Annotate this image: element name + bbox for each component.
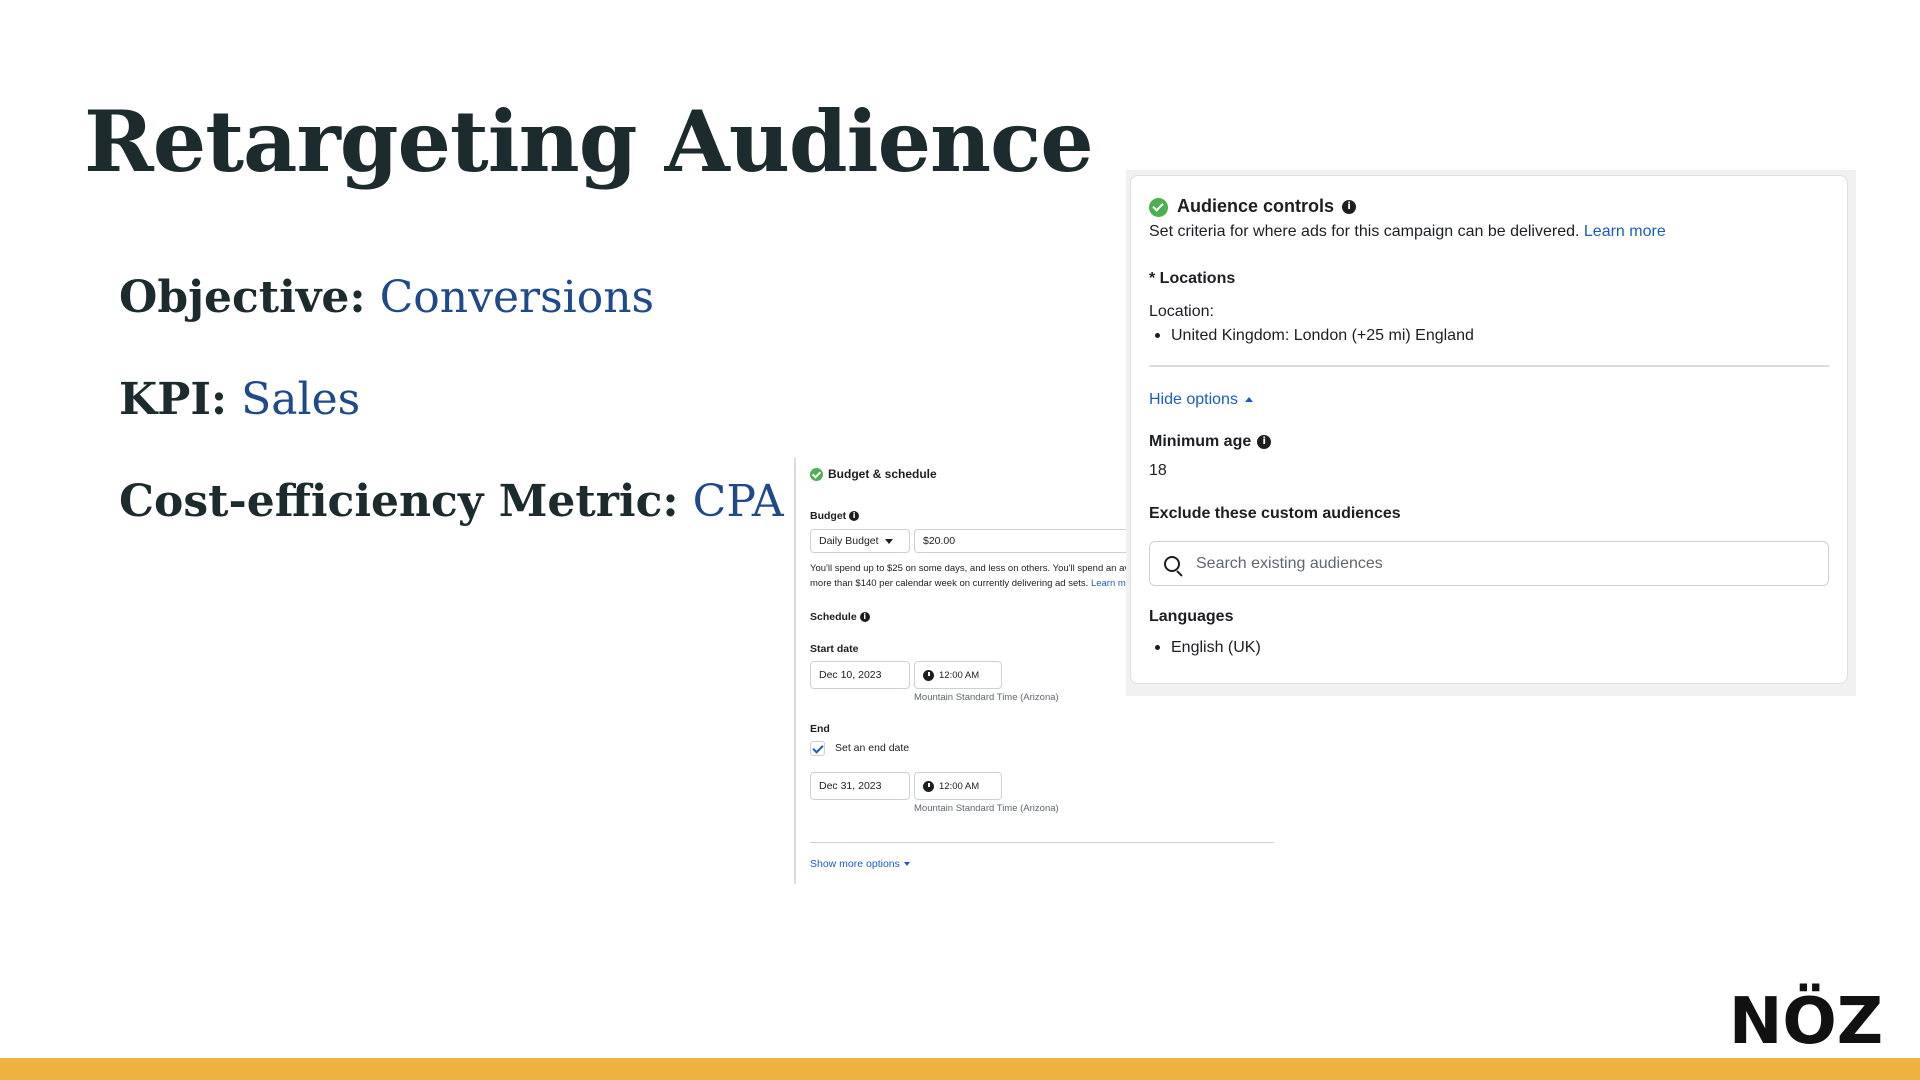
bullet (1155, 333, 1160, 339)
search-audiences-input[interactable]: Search existing audiences (1149, 541, 1829, 586)
audience-subtitle: Set criteria for where ads for this camp… (1149, 223, 1666, 240)
minimum-age-label: Minimum age i (1149, 433, 1272, 451)
metric-label: Objective: (119, 272, 366, 323)
end-label: End (810, 723, 830, 735)
audience-controls-title: Audience controls i (1177, 196, 1357, 217)
minimum-age-value: 18 (1149, 462, 1167, 479)
budget-note: You'll spend up to $25 on some days, and… (810, 561, 1131, 591)
location-label: Location: (1149, 303, 1214, 320)
budget-note-line: more than $140 per calendar week on curr… (810, 578, 1089, 589)
budget-type-select[interactable]: Daily Budget (810, 529, 910, 553)
info-icon: i (849, 511, 860, 522)
language-item: English (UK) (1149, 639, 1261, 657)
learn-more-link[interactable]: Learn more (1584, 223, 1666, 240)
timezone-label: Mountain Standard Time (Arizona) (914, 692, 1059, 703)
end-time-value: 12:00 AM (939, 780, 980, 792)
divider (1149, 365, 1829, 367)
metric-cost-efficiency: Cost-efficiency Metric: CPA (119, 476, 784, 578)
clock-icon (923, 780, 934, 792)
metric-objective: Objective: Conversions (119, 272, 784, 374)
slide-title: Retargeting Audience (84, 92, 1094, 191)
search-icon (1164, 555, 1180, 572)
budget-note-line: You'll spend up to $25 on some days, and… (810, 563, 1130, 574)
locations-label: * Locations (1149, 270, 1236, 287)
check-circle-icon (1149, 198, 1168, 217)
start-time-input[interactable]: 12:00 AM (914, 661, 1002, 689)
metric-value: Conversions (379, 272, 655, 323)
budget-amount-value: $20.00 (923, 535, 956, 547)
bullet (1155, 645, 1160, 651)
audience-controls-panel: Audience controls i Set criteria for wher… (1130, 175, 1848, 684)
clock-icon (923, 669, 934, 681)
divider (810, 842, 1274, 843)
budget-label: Budget i (810, 510, 860, 522)
metric-value: CPA (692, 476, 784, 527)
timezone-label: Mountain Standard Time (Arizona) (914, 803, 1059, 814)
chevron-down-icon (903, 862, 910, 867)
check-circle-icon (810, 468, 823, 481)
info-icon: i (859, 612, 870, 623)
show-more-options-link[interactable]: Show more options (810, 858, 910, 870)
start-date-label: Start date (810, 643, 859, 655)
chevron-up-icon (1244, 397, 1253, 403)
bottom-accent-bar (0, 1058, 1920, 1080)
set-end-date-checkbox[interactable] (810, 741, 825, 756)
chevron-down-icon (884, 538, 893, 544)
noz-logo: NÖZ (1729, 983, 1883, 1048)
metric-label: Cost-efficiency Metric: (119, 476, 679, 527)
metric-kpi: KPI: Sales (119, 374, 784, 476)
metric-value: Sales (241, 374, 361, 425)
metric-label: KPI: (119, 374, 228, 425)
end-date-input[interactable]: Dec 31, 2023 (810, 772, 910, 800)
start-date-value: Dec 10, 2023 (819, 669, 882, 681)
exclude-audiences-label: Exclude these custom audiences (1149, 505, 1401, 522)
logo-text: NÖZ (1729, 983, 1883, 1048)
languages-label: Languages (1149, 608, 1234, 625)
location-item: United Kingdom: London (+25 mi) England (1149, 327, 1474, 345)
info-icon: i (1342, 200, 1357, 215)
end-time-input[interactable]: 12:00 AM (914, 772, 1002, 800)
budget-type-value: Daily Budget (819, 535, 879, 547)
hide-options-link[interactable]: Hide options (1149, 391, 1253, 409)
schedule-label: Schedule i (810, 611, 870, 623)
budget-schedule-title: Budget & schedule (828, 467, 937, 481)
info-icon: i (1257, 434, 1272, 449)
end-date-value: Dec 31, 2023 (819, 780, 882, 792)
search-placeholder: Search existing audiences (1196, 554, 1383, 572)
start-time-value: 12:00 AM (939, 669, 980, 681)
set-end-date-label: Set an end date (835, 742, 910, 754)
metrics-list: Objective: Conversions KPI: Sales Cost-e… (119, 272, 784, 578)
start-date-input[interactable]: Dec 10, 2023 (810, 661, 910, 689)
